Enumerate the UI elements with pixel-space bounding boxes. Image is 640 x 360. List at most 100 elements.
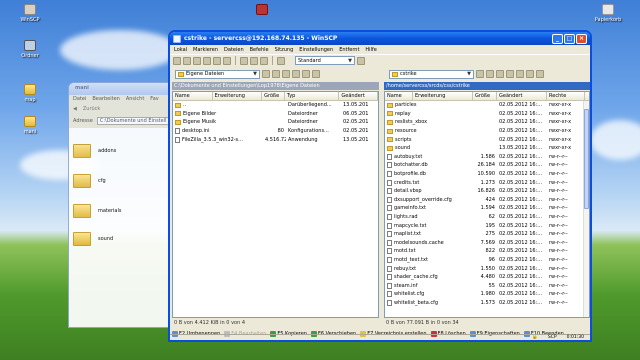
table-row[interactable]: scripts 02.05.2012 16:... rwxr-xr-x <box>385 135 589 144</box>
refresh-icon[interactable] <box>312 70 320 78</box>
sync-icon[interactable] <box>183 56 191 65</box>
menu-sitzung[interactable]: Sitzung <box>275 47 294 53</box>
table-row[interactable]: whitelist.cfg 1.980 02.05.2012 16:... rw-r-… <box>385 290 589 299</box>
root-dir-icon[interactable] <box>506 70 514 78</box>
menu-einstellungen[interactable]: Einstellungen <box>299 47 333 53</box>
desktop-icon-recycle[interactable]: Papierkorb <box>588 4 628 23</box>
save-session-icon[interactable] <box>260 56 268 65</box>
table-row[interactable]: rebuy.txt 1.550 02.05.2012 16:... rw-r--r-- <box>385 264 589 273</box>
explorer-window[interactable]: mani Datei Bearbeiten Ansicht Fav ◀ Zurüc… <box>68 82 176 328</box>
transfer-settings-icon[interactable] <box>277 56 285 65</box>
table-row[interactable]: replay 02.05.2012 16:... rwxr-xr-x <box>385 110 589 119</box>
close-button[interactable]: × <box>576 33 587 44</box>
table-row[interactable]: lights.rad 62 02.05.2012 16:... rw-r--r-- <box>385 213 589 222</box>
scrollbar-thumb[interactable] <box>584 109 589 209</box>
menu-dateien[interactable]: Dateien <box>224 47 244 53</box>
table-row[interactable]: whitelist_beta.cfg 1.573 02.05.2012 16:...… <box>385 299 589 308</box>
table-row[interactable]: sound 13.05.2012 16:... rwxr-xr-x <box>385 144 589 153</box>
table-row[interactable]: Eigene Musik Dateiordner 02.05.201 <box>173 118 378 127</box>
column-header[interactable]: Größe <box>262 92 285 100</box>
remote-path[interactable]: /home/servercss/srcds/css/cstrike <box>384 82 590 90</box>
column-header[interactable]: Geändert <box>339 92 378 100</box>
table-row[interactable]: botprofile.db 10.590 02.05.2012 16:... rw-r… <box>385 170 589 179</box>
column-header[interactable]: Geändert <box>497 92 547 100</box>
local-path[interactable]: C:\Dokumente und Einstellungen\Lop1978\E… <box>172 82 379 90</box>
table-row[interactable]: autobuy.txt 1.586 02.05.2012 16:... rw-r--r… <box>385 153 589 162</box>
remote-location-select[interactable]: cstrike ▼ <box>389 69 474 79</box>
menu-item[interactable]: Bearbeiten <box>92 96 119 103</box>
desktop-icon-map[interactable]: map <box>10 84 50 103</box>
home-dir-icon[interactable] <box>516 70 524 78</box>
local-file-panel[interactable]: Name Erweiterung Größe Typ Geändert .. Da… <box>172 91 379 318</box>
back-button[interactable]: Zurück <box>83 106 100 114</box>
menu-markieren[interactable]: Markieren <box>193 47 218 53</box>
desktop-icon-winscp[interactable]: WinSCP <box>10 4 50 23</box>
folder-item[interactable]: addons <box>73 144 116 158</box>
table-row[interactable]: gameinfo.txt 1.594 02.05.2012 16:... rw-r--… <box>385 204 589 213</box>
refresh-icon[interactable] <box>173 56 181 65</box>
column-header[interactable]: Rechte <box>547 92 585 100</box>
table-row[interactable]: FileZilla_3.5.3_win32-s...4.516.720Anwen… <box>173 135 378 144</box>
table-row[interactable]: motd_text.txt 96 02.05.2012 16:... rw-r--r-… <box>385 256 589 265</box>
desktop-icon-app[interactable] <box>242 4 282 17</box>
minimize-button[interactable]: _ <box>552 33 563 44</box>
remote-file-panel[interactable]: Name Erweiterung Größe Geändert Rechte p… <box>384 91 590 318</box>
root-dir-icon[interactable] <box>292 70 300 78</box>
table-row[interactable]: dxsupport_override.cfg 424 02.05.2012 16:.… <box>385 196 589 205</box>
table-row[interactable]: particles 02.05.2012 16:... rwxr-xr-x <box>385 101 589 110</box>
find-icon[interactable] <box>536 70 544 78</box>
menu-entfernt[interactable]: Entfernt <box>339 47 359 53</box>
table-row[interactable]: botchatter.db 26.184 02.05.2012 16:... rw-r… <box>385 161 589 170</box>
column-header[interactable]: Erweiterung <box>413 92 473 100</box>
table-row[interactable]: credits.txt 1.273 02.05.2012 16:... rw-r--r… <box>385 178 589 187</box>
table-row[interactable]: Eigene Bilder Dateiordner 06.05.201 <box>173 110 378 119</box>
column-header[interactable]: Typ <box>285 92 340 100</box>
title-bar[interactable]: cstrike - servercss@192.168.74.135 - Win… <box>170 32 590 45</box>
parent-dir-icon[interactable] <box>496 70 504 78</box>
disconnect-icon[interactable] <box>250 56 258 65</box>
table-row[interactable]: .. Darüberliegend... 13.05.201 <box>173 101 378 110</box>
desktop-icon-mani[interactable]: mani <box>10 116 50 135</box>
menu-item[interactable]: Fav <box>150 96 158 103</box>
table-row[interactable]: reslists_xbox 02.05.2012 16:... rwxr-xr-x <box>385 118 589 127</box>
table-row[interactable]: maplist.txt 275 02.05.2012 16:... rw-r--r-- <box>385 230 589 239</box>
table-row[interactable]: desktop.ini 80 Konfigurations... 02.05.201 <box>173 127 378 136</box>
back-icon[interactable] <box>262 70 270 78</box>
maximize-button[interactable]: □ <box>564 33 575 44</box>
column-header[interactable]: Erweiterung <box>213 92 263 100</box>
address-input[interactable]: C:\Dokumente und Einstell <box>96 117 171 125</box>
parent-dir-icon[interactable] <box>282 70 290 78</box>
menu-befehle[interactable]: Befehle <box>250 47 269 53</box>
desktop-icon-ordner[interactable]: Ordner <box>10 40 50 59</box>
queue-icon[interactable] <box>213 56 221 65</box>
remote-scrollbar[interactable] <box>583 101 589 317</box>
refresh-icon[interactable] <box>526 70 534 78</box>
column-header[interactable]: Größe <box>473 92 497 100</box>
forward-icon[interactable] <box>272 70 280 78</box>
table-row[interactable]: mapcycle.txt 195 02.05.2012 16:... rw-r--r-… <box>385 221 589 230</box>
table-row[interactable]: detail.vbsp 16.826 02.05.2012 16:... rw-r--… <box>385 187 589 196</box>
table-row[interactable]: shader_cache.cfg 4.480 02.05.2012 16:... rw… <box>385 273 589 282</box>
folder-item[interactable]: materials <box>73 204 121 218</box>
winscp-window[interactable]: cstrike - servercss@192.168.74.135 - Win… <box>168 30 592 342</box>
table-row[interactable]: modelsounds.cache 7.569 02.05.2012 16:... r… <box>385 239 589 248</box>
folder-item[interactable]: sound <box>73 232 113 246</box>
compare-icon[interactable] <box>193 56 201 65</box>
column-header[interactable]: Name <box>173 92 213 100</box>
menu-lokal[interactable]: Lokal <box>174 47 187 53</box>
menu-hilfe[interactable]: Hilfe <box>365 47 376 53</box>
home-dir-icon[interactable] <box>302 70 310 78</box>
terminal-icon[interactable] <box>203 56 211 65</box>
column-header[interactable]: Name <box>385 92 413 100</box>
local-location-select[interactable]: Eigene Dateien ▼ <box>175 69 260 79</box>
transfer-settings-select[interactable]: Standard ▼ <box>295 56 355 65</box>
folder-item[interactable]: cfg <box>73 174 106 188</box>
transfer-options-icon[interactable] <box>357 56 365 65</box>
table-row[interactable]: steam.inf 55 02.05.2012 16:... rw-r--r-- <box>385 281 589 290</box>
session-icon[interactable] <box>240 56 248 65</box>
menu-item[interactable]: Ansicht <box>126 96 144 103</box>
back-icon[interactable] <box>476 70 484 78</box>
forward-icon[interactable] <box>486 70 494 78</box>
preferences-icon[interactable] <box>223 56 231 65</box>
menu-item[interactable]: Datei <box>73 96 86 103</box>
